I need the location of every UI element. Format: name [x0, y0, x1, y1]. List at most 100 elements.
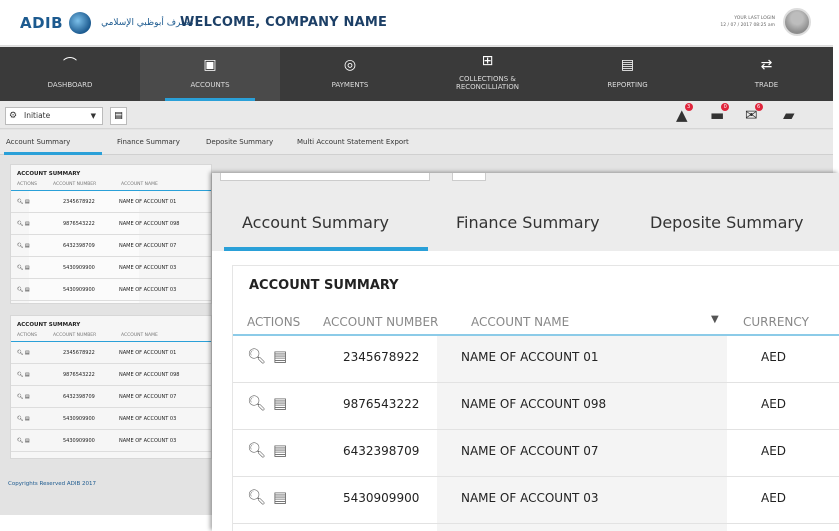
account-number: 5430909900 [63, 416, 95, 422]
table-row[interactable]: 🔍︎ ▤ 9876543222 NAME OF ACCOUNT 098 [11, 214, 211, 235]
table-row[interactable]: 🔍︎ ▤ 5430909900 NAME OF ACCOUNT 03 [11, 258, 211, 279]
table-row[interactable]: 🔍︎ ▤ 2345678922 NAME OF ACCOUNT 01 AED [233, 336, 839, 383]
view-icon[interactable]: 🔍︎ ▤ [17, 350, 30, 356]
search-button[interactable] [452, 173, 486, 181]
nav-label: PAYMENTS [331, 81, 369, 89]
view-icon[interactable]: 🔍︎ ▤ [17, 199, 30, 205]
collections-icon: ⊞ [481, 53, 494, 69]
document-icon[interactable]: ▤ [110, 107, 127, 125]
account-number: 2345678922 [63, 350, 95, 356]
tab-finance-summary[interactable]: Finance Summary [117, 138, 180, 146]
nav-payments[interactable]: ◎ PAYMENTS [280, 47, 420, 101]
table-row[interactable]: 🔍︎ ▤ 2345678922 NAME OF ACCOUNT 01 [11, 343, 211, 364]
view-icon[interactable]: 🔍︎ ▤ [17, 416, 30, 422]
nav-accounts[interactable]: ▣ ACCOUNTS [140, 47, 280, 101]
table-row[interactable]: 🔍︎ ▤ 6432398709 NAME OF ACCOUNT 07 [11, 236, 211, 257]
active-tab-indicator [4, 152, 102, 155]
table-row[interactable]: 🔍︎ ▤ 6432398709 NAME OF ACCOUNT 07 [11, 387, 211, 408]
table-row[interactable]: 🔍︎ ▤ 5430909900 NAME OF ACCOUNT 03 [11, 280, 211, 301]
nav-dashboard[interactable]: ⌒ DASHBOARD [0, 47, 140, 101]
account-number: 9876543222 [343, 397, 420, 411]
message-icon[interactable]: ▬ 0 [710, 103, 730, 124]
account-summary-panel-2: ACCOUNT SUMMARY ACTIONS ACCOUNT NUMBER A… [10, 315, 212, 459]
last-login-label: YOUR LAST LOGIN [734, 16, 775, 21]
view-icon[interactable]: 🔍︎ ▤ [17, 265, 30, 271]
zoom-account-summary-card: ACCOUNT SUMMARY ACTIONS ACCOUNT NUMBER A… [232, 265, 839, 531]
account-number: 5430909900 [63, 287, 95, 293]
logo[interactable]: ADIB مصرف أبوظبي الإسلامي [20, 12, 194, 34]
gear-icon: ⚙ [9, 111, 18, 121]
col-actions: ACTIONS [247, 315, 301, 329]
copyright: Copyrights Reserved ADIB 2017 [8, 481, 96, 487]
account-name: NAME OF ACCOUNT 03 [119, 438, 177, 444]
welcome-message: WELCOME, COMPANY NAME [180, 15, 388, 30]
avatar[interactable] [783, 8, 811, 36]
nav-label: REPORTING [607, 81, 648, 89]
mail-badge: 6 [754, 103, 763, 111]
view-icon[interactable]: 🔍︎ ▤ [17, 372, 30, 378]
account-name: NAME OF ACCOUNT 07 [119, 394, 177, 400]
zoom-tab-account-summary[interactable]: Account Summary [242, 213, 389, 232]
view-icon[interactable]: 🔍︎ ▤ [17, 221, 30, 227]
account-number: 6432398709 [63, 243, 95, 249]
mail-icon[interactable]: ✉ 6 [745, 103, 763, 124]
alert-icon[interactable]: ▲ 3 [676, 103, 693, 124]
chevron-down-icon: ▼ [90, 112, 96, 120]
nav-reporting[interactable]: ▤ REPORTING [555, 47, 700, 101]
document-icon[interactable]: ▤ [273, 347, 287, 365]
nav-label: TRADE [754, 81, 779, 89]
view-icon[interactable]: 🔍︎ ▤ [17, 394, 30, 400]
search-field[interactable] [220, 173, 430, 181]
document-icon[interactable]: ▤ [273, 441, 287, 459]
col-currency[interactable]: CURRENCY [743, 315, 809, 329]
search-icon[interactable]: 🔍︎ [247, 394, 266, 412]
account-number: 2345678922 [63, 199, 95, 205]
accounts-icon: ▣ [203, 57, 217, 73]
col-account-number[interactable]: ACCOUNT NUMBER [323, 315, 438, 329]
col-account-number: ACCOUNT NUMBER [53, 182, 97, 187]
tab-account-summary[interactable]: Account Summary [6, 138, 70, 146]
trade-icon: ⇄ [760, 57, 773, 73]
col-actions: ACTIONS [17, 333, 37, 338]
account-name: NAME OF ACCOUNT 07 [119, 243, 177, 249]
account-number: 2345678922 [343, 350, 420, 364]
account-number: 6432398709 [343, 444, 420, 458]
account-number: 5430909900 [63, 438, 95, 444]
col-account-name: ACCOUNT NAME [121, 182, 158, 187]
table-row[interactable]: 🔍︎ ▤ 5430909900 NAME OF ACCOUNT 03 [11, 409, 211, 430]
tab-deposite-summary[interactable]: Deposite Summary [206, 138, 273, 146]
col-account-name: ACCOUNT NAME [121, 333, 158, 338]
search-icon[interactable]: 🔍︎ [247, 347, 266, 365]
account-number: 5430909900 [63, 265, 95, 271]
nav-label-2: RECONCILLIATION [455, 83, 520, 91]
view-icon[interactable]: 🔍︎ ▤ [17, 438, 30, 444]
table-row[interactable]: 🔍︎ ▤ 9876543222 NAME OF ACCOUNT 098 AED [233, 383, 839, 430]
document-icon[interactable]: ▤ [273, 488, 287, 506]
search-icon[interactable]: 🔍︎ [247, 441, 266, 459]
currency: AED [761, 491, 787, 505]
table-row[interactable]: 🔍︎ ▤ 2345678922 NAME OF ACCOUNT 01 [11, 192, 211, 213]
document-icon[interactable]: ▤ [273, 394, 287, 412]
account-name: NAME OF ACCOUNT 03 [119, 265, 177, 271]
currency: AED [761, 397, 787, 411]
account-name: NAME OF ACCOUNT 03 [119, 416, 177, 422]
gauge-icon: ⌒ [63, 57, 77, 73]
nav-label: ACCOUNTS [190, 81, 230, 89]
table-row[interactable]: 🔍︎ ▤ 5430909900 NAME OF ACCOUNT 03 [11, 431, 211, 452]
zoom-tab-deposite-summary[interactable]: Deposite Summary [650, 213, 803, 232]
table-row[interactable]: 🔍︎ ▤ 5430909900 NAME OF ACCOUNT 03 AED [233, 477, 839, 524]
table-row[interactable]: 🔍︎ ▤ 9876543222 NAME OF ACCOUNT 098 [11, 365, 211, 386]
search-icon[interactable]: 🔍︎ [247, 488, 266, 506]
col-account-name[interactable]: ACCOUNT NAME [471, 315, 569, 329]
role-select[interactable]: ⚙ Initiate ▼ [5, 107, 103, 125]
table-row[interactable]: 🔍︎ ▤ 6432398709 NAME OF ACCOUNT 07 AED [233, 430, 839, 477]
card-icon[interactable]: ▰ [783, 106, 795, 124]
nav-collections[interactable]: ⊞ COLLECTIONS & RECONCILLIATION [420, 47, 555, 101]
tab-multi-account-export[interactable]: Multi Account Statement Export [297, 138, 409, 146]
view-icon[interactable]: 🔍︎ ▤ [17, 243, 30, 249]
sort-caret-icon[interactable]: ▼ [711, 314, 719, 325]
zoom-tab-finance-summary[interactable]: Finance Summary [456, 213, 600, 232]
alert-badge: 3 [684, 103, 693, 111]
nav-trade[interactable]: ⇄ TRADE [700, 47, 833, 101]
view-icon[interactable]: 🔍︎ ▤ [17, 287, 30, 293]
